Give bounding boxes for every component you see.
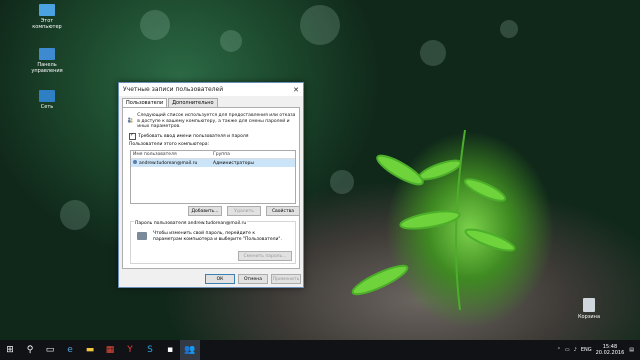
intro-section: Следующий список используется для предос… xyxy=(127,113,297,130)
taskbar: ⊞ ⚲ ▭ e ▬ ▦ Y S ▪ 👥 ⌃ ▭ ♪ ENG 15:48 20.0… xyxy=(0,340,640,360)
password-help-text: Чтобы изменить свой пароль, перейдите к … xyxy=(153,231,282,242)
desktop-wallpaper xyxy=(0,0,640,340)
users-tab-panel: Следующий список используется для предос… xyxy=(122,107,300,269)
properties-button[interactable]: Свойства xyxy=(266,206,300,216)
notifications-icon[interactable]: ▤ xyxy=(629,347,634,353)
bokeh-light xyxy=(220,30,242,52)
user-action-buttons: Добавить... Удалить Свойства xyxy=(188,206,300,216)
desktop-icon-label: Панель управления xyxy=(31,62,63,74)
edge-browser-icon[interactable]: e xyxy=(60,340,80,360)
users-list-label: Пользователи этого компьютера: xyxy=(129,142,210,147)
network-icon xyxy=(39,90,55,102)
dialog-title: Учетные записи пользователей xyxy=(123,86,224,93)
skype-icon[interactable]: S xyxy=(140,340,160,360)
column-header-group[interactable]: Группа xyxy=(213,152,230,157)
dialog-titlebar: Учетные записи пользователей ✕ xyxy=(119,83,303,96)
bokeh-light xyxy=(420,40,446,66)
bokeh-light xyxy=(500,20,518,38)
intro-text: Следующий список используется для предос… xyxy=(137,113,296,129)
add-user-button[interactable]: Добавить... xyxy=(188,206,222,216)
desktop-icon-label: Этот компьютер xyxy=(32,18,62,30)
clock-date: 20.02.2016 xyxy=(595,350,625,356)
dialog-tabs: Пользователи Дополнительно xyxy=(119,98,303,107)
bokeh-light xyxy=(300,5,340,45)
user-icon xyxy=(133,160,137,164)
remove-user-button[interactable]: Удалить xyxy=(227,206,261,216)
file-explorer-icon[interactable]: ▬ xyxy=(80,340,100,360)
language-indicator[interactable]: ENG xyxy=(581,347,592,353)
computer-icon xyxy=(39,4,55,16)
list-header: Имя пользователя Группа xyxy=(131,151,295,159)
task-view-icon[interactable]: ▭ xyxy=(40,340,60,360)
checkbox-box[interactable] xyxy=(129,132,136,140)
bokeh-light xyxy=(60,200,90,230)
yandex-browser-icon[interactable]: Y xyxy=(120,340,140,360)
desktop-icon-control-panel[interactable]: Панель управления xyxy=(30,48,64,74)
desktop-icon-network[interactable]: Сеть xyxy=(30,90,64,110)
store-icon[interactable]: ▦ xyxy=(100,340,120,360)
app-icon[interactable]: ▪ xyxy=(160,340,180,360)
table-row[interactable]: andrew.tudorean@mail.ru Администраторы xyxy=(131,159,295,167)
user-accounts-dialog: Учетные записи пользователей ✕ Пользоват… xyxy=(118,82,304,288)
user-accounts-task-icon[interactable]: 👥 xyxy=(180,340,200,360)
column-header-username[interactable]: Имя пользователя xyxy=(133,152,213,157)
desktop-icon-label: Корзина xyxy=(577,314,601,320)
tab-advanced[interactable]: Дополнительно xyxy=(168,98,218,107)
fern-plant xyxy=(351,129,516,310)
desktop-icon-label: Сеть xyxy=(40,104,54,110)
volume-icon[interactable]: ♪ xyxy=(574,347,577,353)
ok-button[interactable]: ОК xyxy=(205,274,235,284)
chevron-up-icon[interactable]: ⌃ xyxy=(557,347,561,353)
password-group: Пароль пользователя andrew.tudorean@mail… xyxy=(130,221,296,264)
desktop-icon-this-pc[interactable]: Этот компьютер xyxy=(30,4,64,30)
bokeh-light xyxy=(140,10,170,40)
clock[interactable]: 15:48 20.02.2016 xyxy=(596,344,625,356)
password-group-title: Пароль пользователя andrew.tudorean@mail… xyxy=(134,221,248,226)
group-cell: Администраторы xyxy=(213,160,254,166)
username-cell: andrew.tudorean@mail.ru xyxy=(133,160,213,166)
cancel-button[interactable]: Отмена xyxy=(238,274,268,284)
checkbox-label: Требовать ввод имени пользователя и паро… xyxy=(138,134,249,139)
control-panel-icon xyxy=(39,48,55,60)
desktop-icon-recycle-bin[interactable]: Корзина xyxy=(572,298,606,320)
search-icon[interactable]: ⚲ xyxy=(20,340,40,360)
username-text: andrew.tudorean@mail.ru xyxy=(139,161,198,166)
dialog-footer-buttons: ОК Отмена Применить xyxy=(205,274,301,284)
users-icon xyxy=(127,117,133,123)
apply-button[interactable]: Применить xyxy=(271,274,301,284)
users-list: Имя пользователя Группа andrew.tudorean@… xyxy=(130,150,296,204)
close-icon[interactable]: ✕ xyxy=(289,86,303,94)
windows-start-icon[interactable]: ⊞ xyxy=(0,340,20,360)
system-tray: ⌃ ▭ ♪ ENG 15:48 20.02.2016 ▤ xyxy=(557,344,640,356)
reset-password-button[interactable]: Сменить пароль... xyxy=(238,251,292,261)
network-tray-icon[interactable]: ▭ xyxy=(565,347,570,353)
require-login-checkbox[interactable]: Требовать ввод имени пользователя и паро… xyxy=(129,132,249,140)
recycle-bin-icon xyxy=(583,298,595,312)
tab-users[interactable]: Пользователи xyxy=(122,98,168,107)
keyboard-icon xyxy=(137,232,147,240)
